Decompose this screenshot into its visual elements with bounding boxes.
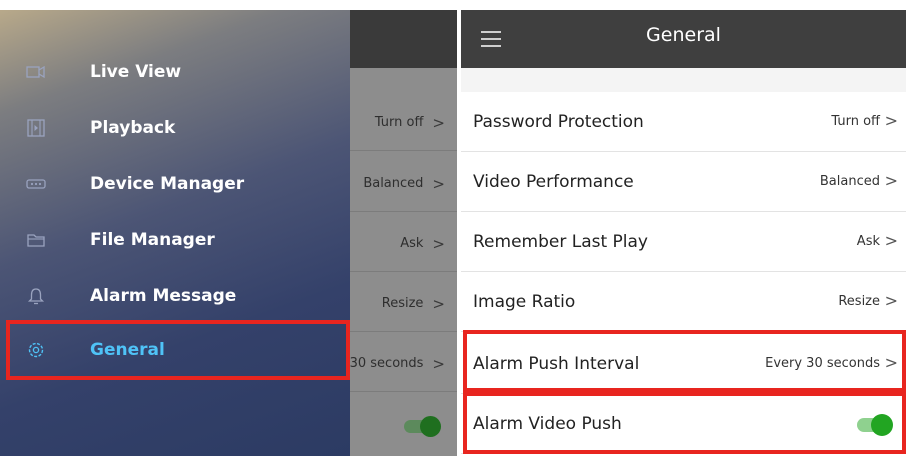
- chevron-right-icon: >: [432, 294, 445, 313]
- chevron-right-icon: >: [884, 171, 898, 190]
- setting-value: Balanced: [819, 174, 880, 189]
- behind-setting-value: 30 seconds: [349, 356, 424, 371]
- drawer-item-label: File Manager: [90, 230, 215, 250]
- setting-label: Remember Last Play: [473, 232, 648, 252]
- behind-setting-value: Ask: [400, 236, 424, 251]
- video-camera-icon: [26, 62, 46, 82]
- drawer-screen: Turn off > Balanced > Ask > Resize > 30 seco…: [0, 10, 457, 456]
- chevron-right-icon: >: [432, 234, 445, 253]
- behind-setting-value: Resize: [381, 296, 424, 311]
- setting-value: Resize: [838, 294, 880, 309]
- behind-toggle-switch[interactable]: [404, 416, 441, 437]
- setting-password-protection[interactable]: Password Protection Turn off >: [461, 92, 906, 152]
- behind-setting-row[interactable]: 30 seconds >: [350, 336, 457, 392]
- setting-label: Video Performance: [473, 172, 634, 192]
- behind-setting-value: Turn off: [374, 115, 424, 130]
- chevron-right-icon: >: [884, 291, 898, 310]
- general-settings-screen: General Password Protection Turn off > V…: [461, 10, 906, 456]
- behind-header: [350, 10, 457, 68]
- setting-image-ratio[interactable]: Image Ratio Resize >: [461, 272, 906, 332]
- top-cropped-strip: [0, 0, 906, 10]
- bell-icon: [26, 286, 46, 306]
- drawer-item-label: Device Manager: [90, 174, 245, 194]
- behind-setting-value: Balanced: [363, 176, 424, 191]
- drawer-item-label: Alarm Message: [90, 286, 237, 306]
- setting-remember-last-play[interactable]: Remember Last Play Ask >: [461, 212, 906, 272]
- drawer-item-label: Playback: [90, 118, 176, 138]
- highlight-box-alarm-push-interval: [463, 330, 906, 392]
- drawer-item-file-manager[interactable]: File Manager: [0, 212, 350, 268]
- chevron-right-icon: >: [432, 174, 445, 193]
- behind-setting-row[interactable]: Turn off >: [350, 95, 457, 151]
- navigation-drawer: Live View Playback Device Manager File M…: [0, 10, 350, 456]
- drawer-item-alarm-message[interactable]: Alarm Message: [0, 268, 350, 324]
- setting-value: Turn off: [831, 114, 880, 129]
- page-title: General: [646, 24, 721, 46]
- highlight-box-alarm-video-push: [463, 392, 906, 454]
- chevron-right-icon: >: [432, 113, 445, 132]
- setting-label: Password Protection: [473, 112, 644, 132]
- behind-setting-row[interactable]: Resize >: [350, 276, 457, 332]
- behind-setting-row[interactable]: Ask >: [350, 216, 457, 272]
- drawer-item-playback[interactable]: Playback: [0, 100, 350, 156]
- setting-value: Ask: [856, 234, 880, 249]
- film-icon: [26, 118, 46, 138]
- toggle-knob: [420, 416, 441, 437]
- setting-label: Image Ratio: [473, 292, 576, 312]
- app-header: General: [461, 10, 906, 68]
- dvr-device-icon: [26, 174, 46, 194]
- drawer-item-live-view[interactable]: Live View: [0, 44, 350, 100]
- chevron-right-icon: >: [884, 111, 898, 130]
- highlight-box-general: [6, 320, 350, 380]
- setting-video-performance[interactable]: Video Performance Balanced >: [461, 152, 906, 212]
- folder-icon: [26, 230, 46, 250]
- drawer-item-label: Live View: [90, 62, 182, 82]
- chevron-right-icon: >: [884, 231, 898, 250]
- drawer-item-device-manager[interactable]: Device Manager: [0, 156, 350, 212]
- chevron-right-icon: >: [432, 354, 445, 373]
- behind-setting-row[interactable]: Balanced >: [350, 156, 457, 212]
